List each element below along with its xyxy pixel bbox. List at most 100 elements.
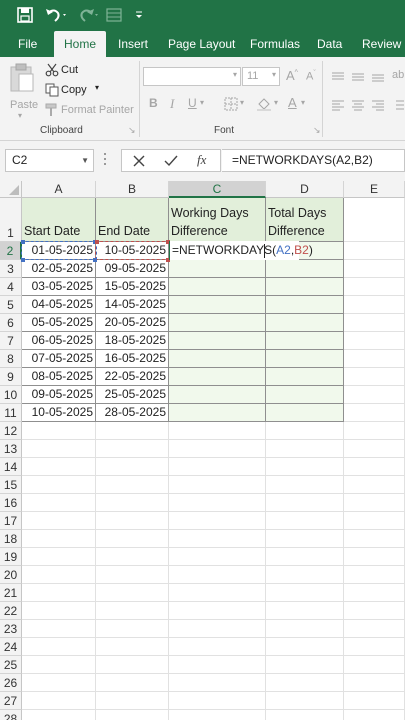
cell-b7[interactable]: 18-05-2025 bbox=[96, 332, 169, 350]
underline-dropdown-icon[interactable]: ▾ bbox=[200, 98, 204, 107]
row-header-9[interactable]: 9 bbox=[0, 368, 22, 386]
cell-c19[interactable] bbox=[169, 548, 266, 566]
cell-e22[interactable] bbox=[344, 602, 405, 620]
cell-a25[interactable] bbox=[22, 656, 96, 674]
cell-c4[interactable] bbox=[169, 278, 266, 296]
cell-a15[interactable] bbox=[22, 476, 96, 494]
row-header-6[interactable]: 6 bbox=[0, 314, 22, 332]
cell-b24[interactable] bbox=[96, 638, 169, 656]
cell-c18[interactable] bbox=[169, 530, 266, 548]
cell-a22[interactable] bbox=[22, 602, 96, 620]
cell-b14[interactable] bbox=[96, 458, 169, 476]
row-header-12[interactable]: 12 bbox=[0, 422, 22, 440]
cell-c21[interactable] bbox=[169, 584, 266, 602]
cell-b13[interactable] bbox=[96, 440, 169, 458]
cell-a20[interactable] bbox=[22, 566, 96, 584]
align-top-icon[interactable] bbox=[331, 71, 345, 83]
cell-d3[interactable] bbox=[266, 260, 344, 278]
bold-button[interactable]: B bbox=[149, 96, 158, 110]
cell-e24[interactable] bbox=[344, 638, 405, 656]
cell-a10[interactable]: 09-05-2025 bbox=[22, 386, 96, 404]
row-header-26[interactable]: 26 bbox=[0, 674, 22, 692]
cell-c12[interactable] bbox=[169, 422, 266, 440]
cell-b8[interactable]: 16-05-2025 bbox=[96, 350, 169, 368]
align-right-icon[interactable] bbox=[371, 99, 385, 111]
row-header-22[interactable]: 22 bbox=[0, 602, 22, 620]
row-header-15[interactable]: 15 bbox=[0, 476, 22, 494]
cell-b5[interactable]: 14-05-2025 bbox=[96, 296, 169, 314]
worksheet-grid[interactable]: A B C D E 1 Start Date End Date Working Day… bbox=[0, 181, 405, 720]
cell-b25[interactable] bbox=[96, 656, 169, 674]
active-cell-editor[interactable]: =NETWORKDAYS(A2,B2) bbox=[169, 241, 313, 260]
cell-b4[interactable]: 15-05-2025 bbox=[96, 278, 169, 296]
row-header-27[interactable]: 27 bbox=[0, 692, 22, 710]
cell-e12[interactable] bbox=[344, 422, 405, 440]
cell-e26[interactable] bbox=[344, 674, 405, 692]
cell-e21[interactable] bbox=[344, 584, 405, 602]
cell-c10[interactable] bbox=[169, 386, 266, 404]
formula-input[interactable]: =NETWORKDAYS(A2,B2) bbox=[222, 149, 405, 172]
cell-b6[interactable]: 20-05-2025 bbox=[96, 314, 169, 332]
cell-e15[interactable] bbox=[344, 476, 405, 494]
tab-insert[interactable]: Insert bbox=[118, 31, 148, 57]
cell-a11[interactable]: 10-05-2025 bbox=[22, 404, 96, 422]
decrease-font-size-icon[interactable]: Aˇ bbox=[306, 70, 316, 83]
fill-color-icon[interactable] bbox=[256, 97, 272, 111]
cell-b26[interactable] bbox=[96, 674, 169, 692]
font-name-combo[interactable]: ▾ bbox=[143, 67, 241, 86]
cell-a7[interactable]: 06-05-2025 bbox=[22, 332, 96, 350]
cell-e23[interactable] bbox=[344, 620, 405, 638]
cell-b17[interactable] bbox=[96, 512, 169, 530]
cancel-icon[interactable] bbox=[133, 155, 145, 167]
cell-c28[interactable] bbox=[169, 710, 266, 720]
name-box[interactable]: C2 ▼ bbox=[5, 149, 94, 172]
cell-d8[interactable] bbox=[266, 350, 344, 368]
row-header-21[interactable]: 21 bbox=[0, 584, 22, 602]
cell-a26[interactable] bbox=[22, 674, 96, 692]
cell-e11[interactable] bbox=[344, 404, 405, 422]
cell-e3[interactable] bbox=[344, 260, 405, 278]
redo-icon[interactable] bbox=[74, 4, 102, 26]
cell-a16[interactable] bbox=[22, 494, 96, 512]
cell-c7[interactable] bbox=[169, 332, 266, 350]
cell-b16[interactable] bbox=[96, 494, 169, 512]
cell-e14[interactable] bbox=[344, 458, 405, 476]
cell-b19[interactable] bbox=[96, 548, 169, 566]
cell-c3[interactable] bbox=[169, 260, 266, 278]
cell-a14[interactable] bbox=[22, 458, 96, 476]
copy-button[interactable]: Copy ▾ bbox=[43, 82, 113, 98]
cell-e2[interactable] bbox=[344, 242, 405, 260]
cell-d15[interactable] bbox=[266, 476, 344, 494]
cell-e17[interactable] bbox=[344, 512, 405, 530]
cell-d17[interactable] bbox=[266, 512, 344, 530]
cell-b11[interactable]: 28-05-2025 bbox=[96, 404, 169, 422]
tab-home[interactable]: Home bbox=[54, 31, 106, 57]
cell-a6[interactable]: 05-05-2025 bbox=[22, 314, 96, 332]
cell-a23[interactable] bbox=[22, 620, 96, 638]
tab-page-layout[interactable]: Page Layout bbox=[168, 31, 235, 57]
cell-a17[interactable] bbox=[22, 512, 96, 530]
row-header-19[interactable]: 19 bbox=[0, 548, 22, 566]
row-header-16[interactable]: 16 bbox=[0, 494, 22, 512]
cell-b28[interactable] bbox=[96, 710, 169, 720]
cell-c23[interactable] bbox=[169, 620, 266, 638]
cell-e8[interactable] bbox=[344, 350, 405, 368]
clipboard-dialog-launcher-icon[interactable]: ↘ bbox=[128, 125, 136, 136]
cell-b18[interactable] bbox=[96, 530, 169, 548]
row-header-10[interactable]: 10 bbox=[0, 386, 22, 404]
underline-button[interactable]: U bbox=[188, 96, 197, 110]
cell-e10[interactable] bbox=[344, 386, 405, 404]
cell-a19[interactable] bbox=[22, 548, 96, 566]
cell-e6[interactable] bbox=[344, 314, 405, 332]
cell-a2[interactable]: 01-05-2025 bbox=[22, 242, 96, 260]
indent-icon[interactable] bbox=[392, 99, 404, 111]
cell-a24[interactable] bbox=[22, 638, 96, 656]
row-header-17[interactable]: 17 bbox=[0, 512, 22, 530]
cell-d12[interactable] bbox=[266, 422, 344, 440]
row-header-1[interactable]: 1 bbox=[0, 198, 22, 242]
cell-a27[interactable] bbox=[22, 692, 96, 710]
cell-d26[interactable] bbox=[266, 674, 344, 692]
cut-button[interactable]: Cut bbox=[43, 62, 103, 78]
italic-button[interactable]: I bbox=[170, 96, 174, 112]
borders-icon[interactable] bbox=[224, 97, 238, 111]
